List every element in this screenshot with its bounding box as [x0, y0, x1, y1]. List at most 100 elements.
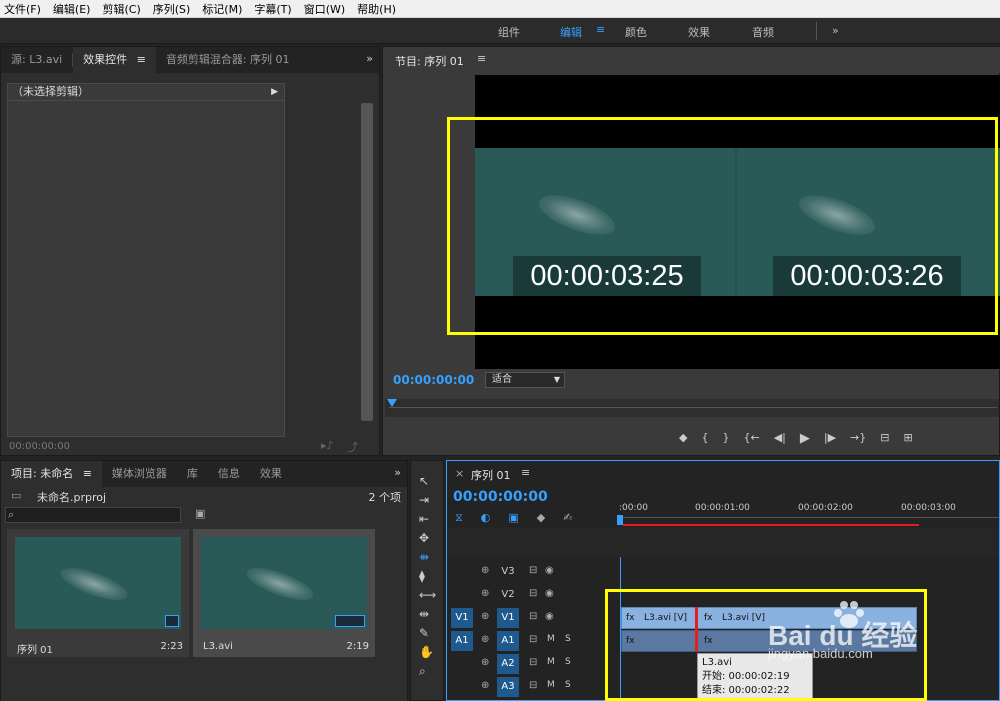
eye-icon[interactable]: ◉ — [545, 565, 554, 576]
extract-icon[interactable]: ⊞ — [903, 431, 912, 449]
solo-button[interactable]: S — [565, 634, 571, 644]
tab-libraries[interactable]: 库 — [177, 461, 208, 487]
slide-tool-icon[interactable]: ⇹ — [419, 608, 436, 621]
rate-stretch-tool-icon[interactable]: ⇻ — [419, 551, 436, 564]
workspace-effects[interactable]: 效果 — [688, 24, 710, 40]
timeline-timecode[interactable]: 00:00:00:00 — [453, 489, 548, 505]
project-more-icon[interactable]: » — [394, 466, 401, 479]
panel-more-icon[interactable]: » — [366, 52, 373, 65]
mute-button[interactable]: M — [547, 657, 555, 667]
eye-icon[interactable]: ◉ — [545, 588, 554, 599]
track-name[interactable]: A2 — [497, 654, 519, 674]
menu-window[interactable]: 窗口(W) — [304, 1, 345, 17]
go-to-in-icon[interactable]: {← — [743, 431, 759, 449]
eye-icon[interactable]: ◉ — [545, 611, 554, 622]
play-icon[interactable]: ▶ — [800, 431, 810, 449]
source-patch-a1[interactable]: A1 — [451, 631, 473, 651]
solo-button[interactable]: S — [565, 680, 571, 690]
expand-arrow-icon[interactable]: ▶ — [271, 84, 278, 100]
lock-icon[interactable]: ⊕ — [481, 565, 489, 576]
slip-tool-icon[interactable]: ⟷ — [419, 589, 436, 602]
track-name[interactable]: V2 — [497, 585, 519, 605]
tab-info[interactable]: 信息 — [208, 461, 250, 487]
ripple-edit-tool-icon[interactable]: ⇤ — [419, 513, 436, 526]
track-select-tool-icon[interactable]: ⇥ — [419, 494, 436, 507]
lock-icon[interactable]: ⊕ — [481, 588, 489, 599]
workspace-color[interactable]: 颜色 — [625, 24, 647, 40]
project-menu-icon[interactable]: ≡ — [83, 467, 92, 480]
project-item-clip[interactable]: L3.avi 2:19 — [193, 529, 375, 657]
lock-icon[interactable]: ⊕ — [481, 634, 489, 645]
lock-icon[interactable]: ⊕ — [481, 611, 489, 622]
panel-menu-icon[interactable]: ≡ — [137, 53, 146, 66]
menu-sequence[interactable]: 序列(S) — [153, 1, 191, 17]
sync-lock-icon[interactable]: ⊟ — [529, 588, 537, 599]
workspace-more-icon[interactable]: » — [832, 24, 839, 37]
mark-out-icon[interactable]: } — [722, 431, 729, 449]
program-menu-icon[interactable]: ≡ — [477, 52, 486, 65]
workspace-audio[interactable]: 音频 — [752, 24, 774, 40]
track-name[interactable]: V1 — [497, 608, 519, 628]
razor-tool-icon[interactable]: ⧫ — [419, 570, 436, 583]
rolling-edit-tool-icon[interactable]: ✥ — [419, 532, 436, 545]
solo-button[interactable]: S — [565, 657, 571, 667]
menu-marker[interactable]: 标记(M) — [202, 1, 242, 17]
mute-button[interactable]: M — [547, 634, 555, 644]
time-ruler[interactable]: :00:00 00:00:01:00 00:00:02:00 00:00:03:… — [617, 499, 999, 527]
mute-button[interactable]: M — [547, 680, 555, 690]
wrench-icon[interactable]: ✍ — [563, 511, 572, 525]
tab-source[interactable]: 源: L3.avi — [1, 47, 72, 73]
timeline-menu-icon[interactable]: ≡ — [521, 466, 530, 479]
lift-icon[interactable]: ⊟ — [880, 431, 889, 449]
hand-tool-icon[interactable]: ✋ — [419, 646, 436, 659]
program-timecode[interactable]: 00:00:00:00 — [393, 373, 474, 387]
add-marker-icon[interactable]: ◆ — [679, 431, 687, 449]
add-marker-icon[interactable]: ▣ — [508, 511, 518, 525]
workspace-assembly[interactable]: 组件 — [498, 24, 520, 40]
tab-effects[interactable]: 效果 — [250, 461, 292, 487]
zoom-tool-icon[interactable]: ⌕ — [419, 665, 436, 678]
linked-selection-icon[interactable]: ◐ — [481, 511, 491, 525]
step-forward-icon[interactable]: |▶ — [824, 431, 836, 449]
sync-lock-icon[interactable]: ⊟ — [529, 680, 537, 691]
sync-lock-icon[interactable]: ⊟ — [529, 611, 537, 622]
export-icon[interactable]: ⤴ — [347, 439, 358, 455]
track-name[interactable]: A1 — [497, 631, 519, 651]
playhead-icon[interactable] — [617, 515, 623, 525]
selection-tool-icon[interactable]: ↖ — [419, 475, 436, 488]
tab-project[interactable]: 项目: 未命名 ≡ — [1, 461, 102, 487]
mark-in-icon[interactable]: { — [701, 431, 708, 449]
filter-icon[interactable]: ▸♪ — [321, 439, 334, 452]
search-input[interactable]: ⌕ — [5, 507, 181, 523]
vertical-scrollbar[interactable] — [361, 103, 373, 421]
workspace-menu-icon[interactable]: ≡ — [596, 23, 605, 36]
sync-lock-icon[interactable]: ⊟ — [529, 565, 537, 576]
lock-icon[interactable]: ⊕ — [481, 680, 489, 691]
go-to-out-icon[interactable]: →} — [850, 431, 866, 449]
workspace-editing[interactable]: 编辑 — [560, 24, 582, 40]
sync-lock-icon[interactable]: ⊟ — [529, 634, 537, 645]
playhead-icon[interactable] — [387, 399, 397, 407]
menu-edit[interactable]: 编辑(E) — [53, 1, 91, 17]
marker-icon[interactable]: ◆ — [537, 511, 545, 525]
snap-icon[interactable]: ⧖ — [455, 511, 463, 525]
menu-help[interactable]: 帮助(H) — [357, 1, 396, 17]
new-bin-icon[interactable]: ▣ — [195, 507, 205, 520]
menu-file[interactable]: 文件(F) — [4, 1, 41, 17]
step-back-icon[interactable]: ◀| — [774, 431, 786, 449]
menu-title[interactable]: 字幕(T) — [254, 1, 291, 17]
program-scrubber[interactable] — [385, 399, 999, 417]
pen-tool-icon[interactable]: ✎ — [419, 627, 436, 640]
track-name[interactable]: V3 — [497, 562, 519, 582]
lock-icon[interactable]: ⊕ — [481, 657, 489, 668]
tab-effect-controls[interactable]: 效果控件 ≡ — [73, 47, 156, 73]
tab-audio-clip-mixer[interactable]: 音频剪辑混合器: 序列 01 — [156, 47, 300, 73]
source-patch-v1[interactable]: V1 — [451, 608, 473, 628]
track-name[interactable]: A3 — [497, 677, 519, 697]
project-item-sequence[interactable]: 序列 01 2:23 — [7, 529, 189, 657]
tab-media-browser[interactable]: 媒体浏览器 — [102, 461, 177, 487]
sync-lock-icon[interactable]: ⊟ — [529, 657, 537, 668]
fit-dropdown[interactable]: 适合 ▼ — [485, 372, 565, 388]
close-icon[interactable]: × — [455, 467, 464, 480]
menu-clip[interactable]: 剪辑(C) — [102, 1, 140, 17]
